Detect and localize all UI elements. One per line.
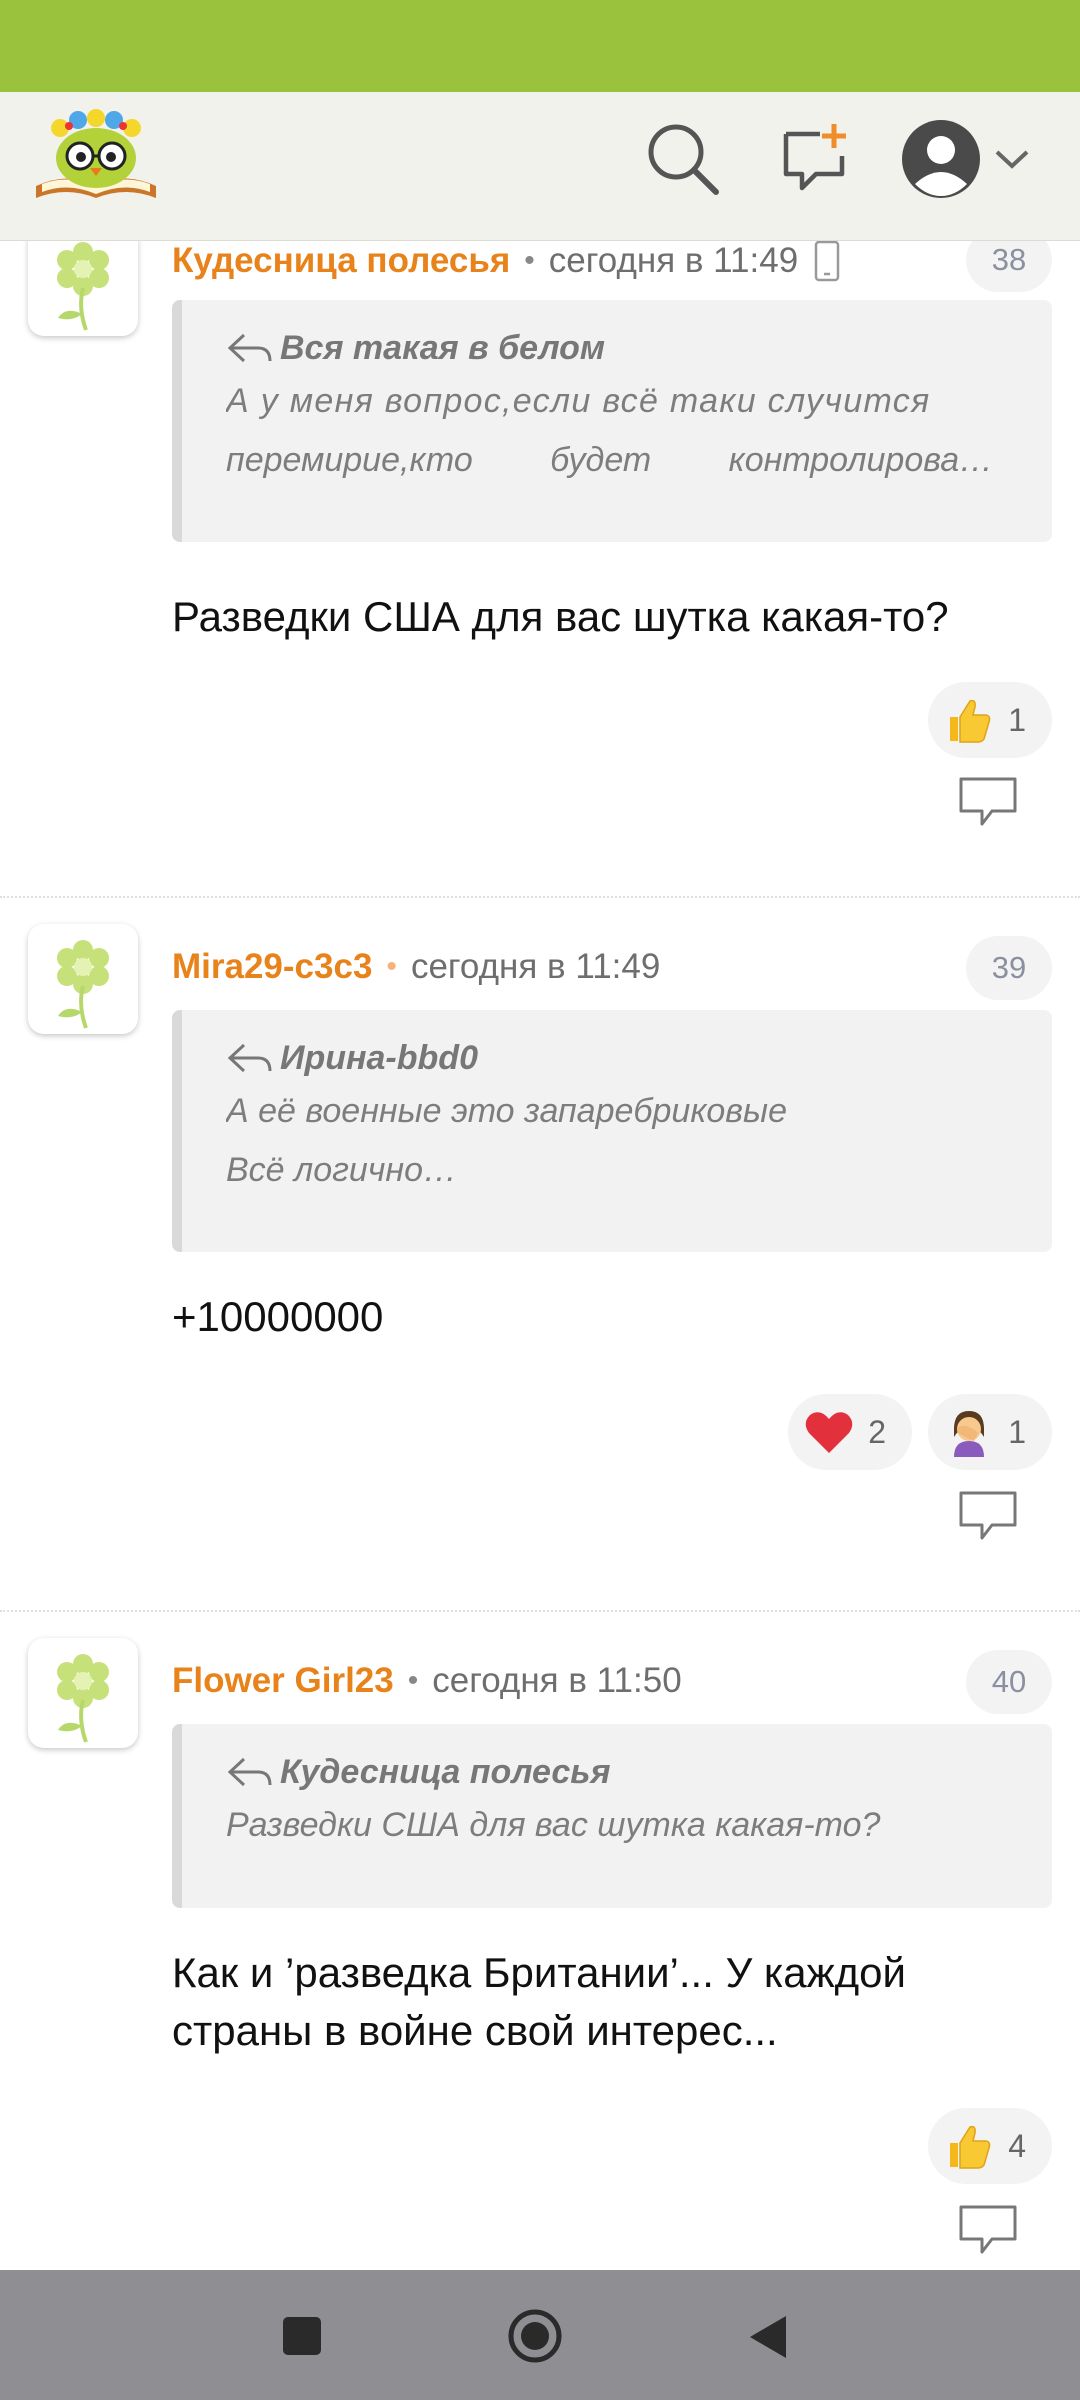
separator-dot: • <box>524 244 535 277</box>
comment-divider <box>0 1610 1080 1612</box>
mobile-device-icon <box>814 240 840 282</box>
search-icon[interactable] <box>646 122 720 196</box>
separator-dot: • <box>407 1664 419 1697</box>
comments-feed: Кудесница полесья • сегодня в 11:49 38 В… <box>0 240 1080 2270</box>
quote-author-name: Кудесница полесья <box>280 1752 611 1791</box>
reply-comment-icon[interactable] <box>958 2204 1018 2256</box>
reaction-count: 4 <box>1008 2127 1026 2164</box>
quote-author-name: Ирина-bbd0 <box>280 1038 478 1077</box>
site-logo[interactable] <box>32 106 160 206</box>
comment-time: сегодня в 11:49 <box>548 241 799 280</box>
heart-icon <box>805 1412 853 1453</box>
reaction-thumbs-up[interactable]: 1 <box>928 682 1052 758</box>
reply-arrow-icon <box>227 1757 272 1787</box>
reaction-count: 1 <box>1008 1413 1026 1450</box>
reaction-thumbs-up[interactable]: 4 <box>928 2108 1052 2184</box>
quoted-comment[interactable]: Кудесница полесья Разведки США для вас ш… <box>172 1724 1052 1908</box>
reaction-count: 2 <box>868 1413 886 1450</box>
quote-line: Всё логично… <box>226 1151 458 1189</box>
quote-line: перемирие,кто будет контролирова… <box>226 441 994 479</box>
recent-apps-icon[interactable] <box>282 2316 322 2356</box>
quote-author-name: Вся такая в белом <box>280 328 606 367</box>
quote-line: А у меня вопрос,если всё таки случится <box>226 382 931 420</box>
back-icon[interactable] <box>748 2314 788 2360</box>
new-message-icon[interactable] <box>780 122 852 194</box>
comment-divider <box>0 896 1080 898</box>
quote-line: А её военные это запаребриковые <box>226 1092 787 1130</box>
quote-author: Вся такая в белом <box>226 324 1008 372</box>
user-avatar-icon[interactable] <box>900 118 982 200</box>
comment-meta: Кудесница полесья • сегодня в 11:49 <box>172 240 842 284</box>
comment-time: сегодня в 11:50 <box>432 1661 682 1700</box>
quoted-comment[interactable]: Ирина-bbd0 А её военные это запаребриков… <box>172 1010 1052 1252</box>
comment-text: Как и ’разведка Британии’... У каждой ст… <box>172 1949 906 2054</box>
quote-line: Разведки США для вас шутка какая-то? <box>226 1806 881 1844</box>
reaction-heart[interactable]: 2 <box>788 1394 912 1470</box>
comment-number[interactable]: 40 <box>966 1650 1052 1714</box>
comment-author[interactable]: Mira29-c3c3 <box>172 947 372 987</box>
comment-number[interactable]: 39 <box>966 936 1052 1000</box>
comment-time: сегодня в 11:49 <box>410 947 661 986</box>
comment-meta: Mira29-c3c3 • сегодня в 11:49 <box>172 944 660 990</box>
comment-number[interactable]: 38 <box>966 240 1052 292</box>
chevron-down-icon[interactable] <box>994 148 1030 172</box>
reaction-count: 1 <box>1008 701 1026 738</box>
comment-text: Разведки США для вас шутка какая-то? <box>172 593 949 640</box>
user-avatar-flower[interactable] <box>28 240 138 336</box>
facepalm-icon <box>954 1411 985 1457</box>
comment-text: +10000000 <box>172 1293 384 1340</box>
comment-author[interactable]: Flower Girl23 <box>172 1661 394 1701</box>
reply-arrow-icon <box>227 1043 272 1073</box>
app-header <box>0 92 1080 241</box>
quote-author: Ирина-bbd0 <box>226 1034 1008 1082</box>
reply-arrow-icon <box>227 333 272 363</box>
quote-author: Кудесница полесья <box>226 1748 1008 1796</box>
status-bar <box>0 0 1080 92</box>
thumbs-up-icon <box>950 2125 991 2169</box>
reaction-facepalm[interactable]: 1 <box>928 1394 1052 1470</box>
reply-comment-icon[interactable] <box>958 776 1018 828</box>
online-dot: • <box>386 950 397 983</box>
comment-author[interactable]: Кудесница полесья <box>172 241 510 281</box>
comment-meta: Flower Girl23 • сегодня в 11:50 <box>172 1658 682 1704</box>
home-icon[interactable] <box>507 2308 563 2364</box>
system-navigation-bar <box>0 2270 1080 2400</box>
thumbs-up-icon <box>950 699 991 743</box>
user-avatar-flower[interactable] <box>28 924 138 1034</box>
reply-comment-icon[interactable] <box>958 1490 1018 1542</box>
quoted-comment[interactable]: Вся такая в белом А у меня вопрос,если в… <box>172 300 1052 542</box>
user-avatar-flower[interactable] <box>28 1638 138 1748</box>
